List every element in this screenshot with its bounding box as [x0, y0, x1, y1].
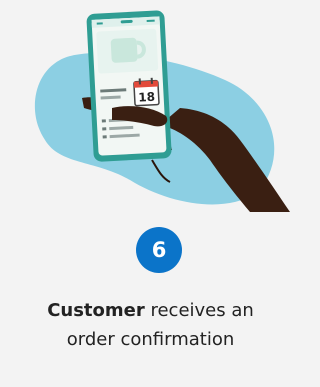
caption-bold-word: Customer [47, 300, 145, 321]
phone-icon: 18 [86, 10, 172, 162]
step-caption: Customer receives an order confirmation [0, 296, 301, 354]
caption-line-1-rest: receives an [144, 300, 254, 321]
calendar-icon: 18 [133, 77, 160, 107]
caption-line-2: order confirmation [66, 329, 235, 350]
caption-line-1: Customer receives an [0, 296, 301, 325]
step-number-badge: 6 [136, 227, 182, 273]
calendar-day: 18 [138, 90, 155, 105]
order-confirmation-illustration: 18 [34, 10, 290, 212]
